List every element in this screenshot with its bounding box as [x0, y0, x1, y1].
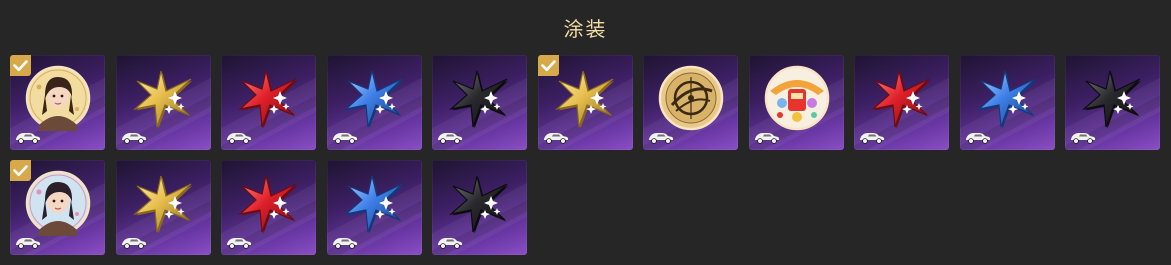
livery-tile[interactable] — [537, 55, 633, 150]
vehicle-icon — [859, 130, 885, 144]
vehicle-icon — [648, 130, 674, 144]
livery-tile[interactable] — [643, 55, 738, 150]
star-emblem-icon — [236, 170, 302, 236]
livery-tile[interactable] — [221, 160, 316, 255]
livery-grid — [10, 55, 1170, 255]
checkmark-icon — [537, 55, 559, 76]
livery-tile[interactable] — [10, 160, 105, 255]
star-emblem-icon — [447, 170, 513, 236]
star-emblem-icon — [342, 65, 408, 131]
vehicle-icon — [543, 130, 569, 144]
star-emblem-icon — [342, 170, 408, 236]
livery-tile[interactable] — [115, 160, 211, 255]
vehicle-icon — [965, 130, 991, 144]
vehicle-icon — [121, 130, 147, 144]
vehicle-icon — [1070, 130, 1096, 144]
star-emblem-icon — [975, 65, 1041, 131]
star-emblem-icon — [131, 170, 197, 236]
livery-panel: 涂装 — [0, 0, 1171, 265]
vehicle-icon — [121, 235, 147, 249]
vehicle-icon — [437, 235, 463, 249]
livery-tile[interactable] — [432, 55, 527, 150]
livery-tile[interactable] — [221, 55, 316, 150]
star-emblem-icon — [236, 65, 302, 131]
vehicle-icon — [15, 235, 41, 249]
livery-tile[interactable] — [959, 55, 1055, 150]
vehicle-icon — [332, 235, 358, 249]
livery-tile[interactable] — [432, 160, 527, 255]
livery-tile[interactable] — [854, 55, 949, 150]
livery-tile[interactable] — [326, 55, 422, 150]
vehicle-icon — [332, 130, 358, 144]
livery-tile[interactable] — [1065, 55, 1160, 150]
checkmark-icon — [10, 55, 31, 76]
star-emblem-icon — [1080, 65, 1146, 131]
star-emblem-icon — [131, 65, 197, 131]
star-emblem-icon — [869, 65, 935, 131]
vehicle-icon — [226, 130, 252, 144]
portrait-avatar-icon — [25, 170, 91, 236]
vehicle-icon — [437, 130, 463, 144]
star-emblem-icon — [553, 65, 619, 131]
vehicle-icon — [754, 130, 780, 144]
livery-tile[interactable] — [115, 55, 211, 150]
festive-badge-icon — [764, 65, 830, 131]
portrait-avatar-icon — [25, 65, 91, 131]
livery-tile[interactable] — [748, 55, 844, 150]
star-emblem-icon — [447, 65, 513, 131]
panel-title: 涂装 — [563, 17, 608, 41]
gold-compass-emblem-icon — [658, 65, 724, 131]
livery-tile[interactable] — [326, 160, 422, 255]
vehicle-icon — [15, 130, 41, 144]
checkmark-icon — [10, 160, 31, 181]
vehicle-icon — [226, 235, 252, 249]
livery-tile[interactable] — [10, 55, 105, 150]
